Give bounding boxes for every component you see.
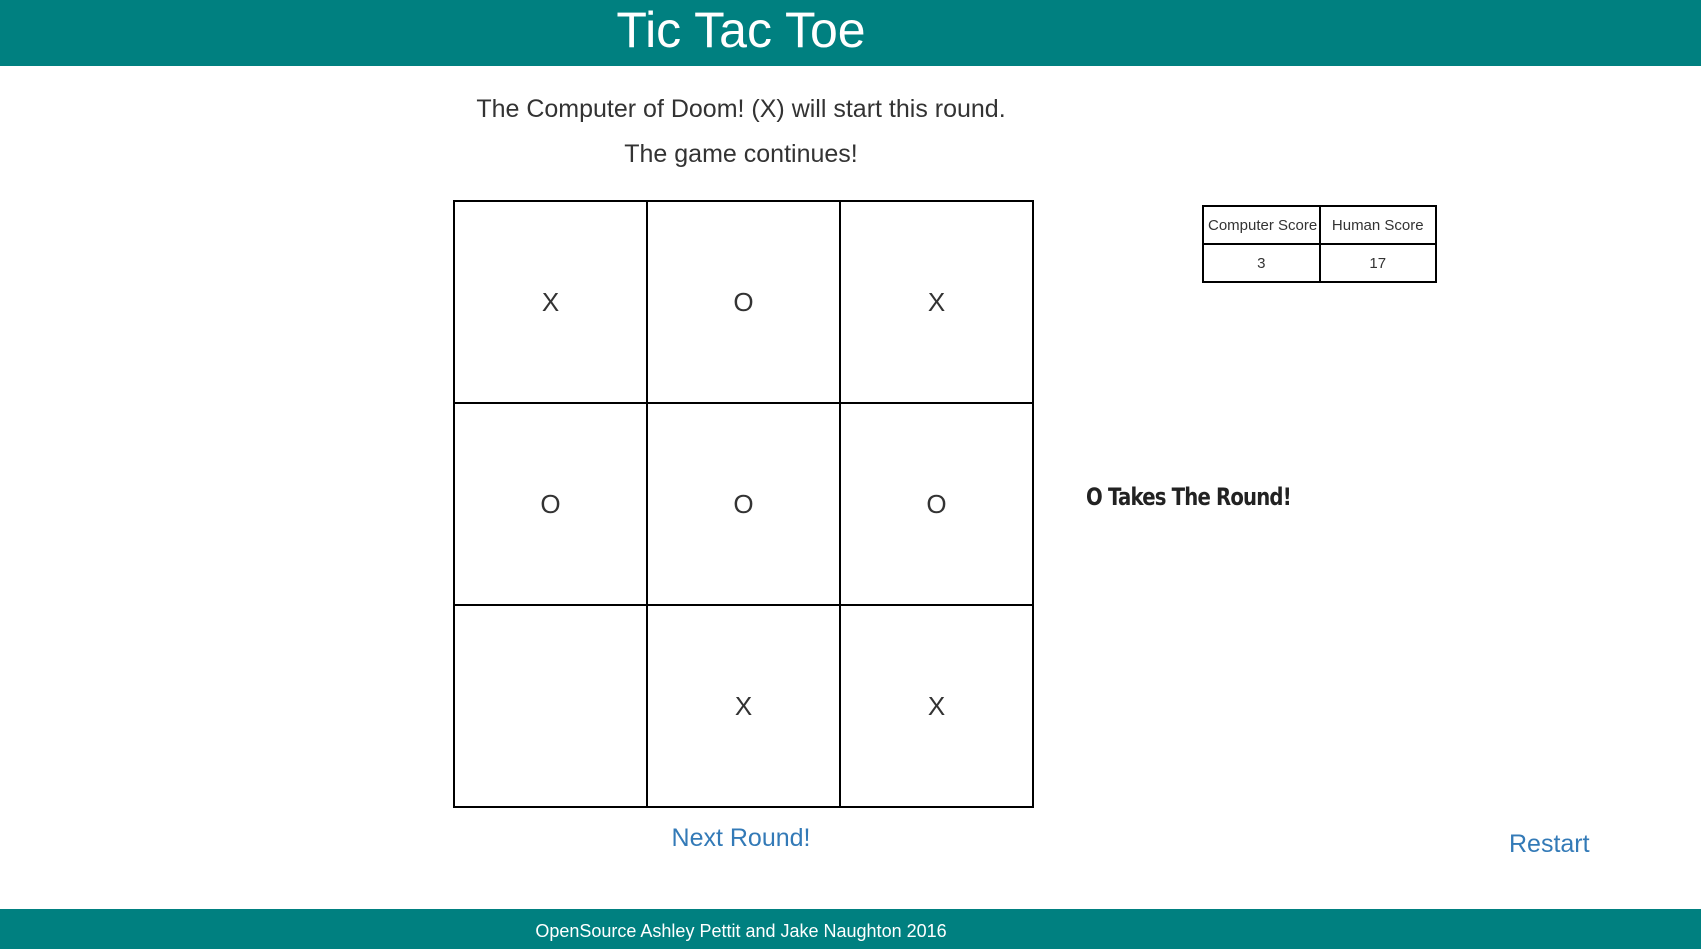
restart-link[interactable]: Restart <box>1509 829 1590 859</box>
human-score-value: 17 <box>1318 243 1437 283</box>
score-value-row: 3 17 <box>1202 243 1437 283</box>
board-row: O O O <box>453 402 1034 606</box>
board-cell-2-2[interactable]: X <box>839 604 1034 808</box>
board-cell-0-2[interactable]: X <box>839 200 1034 404</box>
board-cell-1-1[interactable]: O <box>646 402 841 606</box>
game-board: X O X O O O X X <box>453 200 1034 808</box>
computer-score-value: 3 <box>1202 243 1321 283</box>
board-cell-2-1[interactable]: X <box>646 604 841 808</box>
header-bar: Tic Tac Toe <box>0 0 1701 66</box>
computer-score-label: Computer Score <box>1202 205 1321 245</box>
board-cell-1-0[interactable]: O <box>453 402 648 606</box>
board-cell-2-0[interactable] <box>453 604 648 808</box>
round-starter-text: The Computer of Doom! (X) will start thi… <box>476 95 1006 123</box>
board-row: X X <box>453 604 1034 808</box>
board-cell-1-2[interactable]: O <box>839 402 1034 606</box>
next-round-container: Next Round! <box>0 823 1482 853</box>
page-title: Tic Tac Toe <box>616 2 866 58</box>
board-row: X O X <box>453 200 1034 404</box>
round-result-message: O Takes The Round! <box>1086 483 1292 511</box>
next-round-link[interactable]: Next Round! <box>672 824 811 852</box>
footer-bar: OpenSource Ashley Pettit and Jake Naught… <box>0 909 1701 949</box>
score-table: Computer Score Human Score 3 17 <box>1202 205 1437 283</box>
score-header-row: Computer Score Human Score <box>1202 205 1437 245</box>
game-status-text: The game continues! <box>624 140 858 168</box>
human-score-label: Human Score <box>1318 205 1437 245</box>
footer-credits: OpenSource Ashley Pettit and Jake Naught… <box>535 921 947 941</box>
board-cell-0-0[interactable]: X <box>453 200 648 404</box>
board-cell-0-1[interactable]: O <box>646 200 841 404</box>
